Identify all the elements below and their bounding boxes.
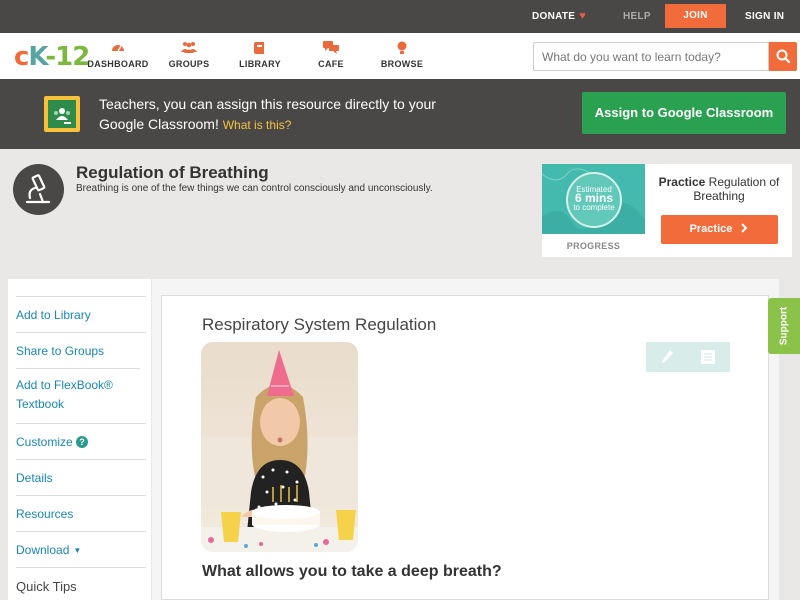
browse-icon	[367, 41, 437, 57]
ck12-logo[interactable]: cK-12	[14, 42, 90, 72]
sidebar-item-download[interactable]: Download ▼	[16, 531, 146, 560]
google-classroom-icon	[44, 96, 80, 132]
cafe-icon	[296, 41, 366, 57]
support-tab[interactable]: Support	[768, 298, 800, 354]
practice-heading: Practice Regulation of Breathing	[654, 175, 784, 203]
nav-label: LIBRARY	[239, 59, 281, 69]
support-label: Support	[778, 306, 790, 346]
what-is-this-link[interactable]: What is this?	[223, 118, 292, 132]
nav-browse[interactable]: BROWSE	[367, 41, 437, 69]
nav-dashboard[interactable]: DASHBOARD	[83, 41, 153, 69]
concept-tools	[646, 342, 730, 372]
estimated-minutes: 6 mins	[574, 191, 613, 205]
progress-label: PROGRESS	[566, 241, 621, 251]
practice-progress-panel: Estimated 6 mins to complete	[542, 164, 645, 234]
estimated-time-badge: Estimated 6 mins to complete	[566, 172, 622, 228]
nav-label: GROUPS	[168, 59, 210, 69]
download-label: Download	[16, 543, 70, 557]
nav-label: CAFE	[318, 59, 344, 69]
sidebar-menu: Add to Library Share to Groups Add to Fl…	[8, 279, 151, 600]
practice-heading-topic: Regulation of Breathing	[693, 175, 780, 203]
notes-icon[interactable]	[700, 349, 716, 365]
dashboard-icon	[83, 41, 153, 57]
search-icon	[776, 49, 791, 64]
heart-icon: ♥	[579, 10, 587, 22]
pencil-icon[interactable]	[660, 349, 674, 365]
sidebar-item-customize[interactable]: Customize ?	[16, 423, 146, 452]
customize-label: Customize	[16, 435, 73, 449]
sidebar-item-quick-tips[interactable]: Quick Tips	[16, 567, 146, 596]
search-button[interactable]	[769, 42, 797, 71]
sidebar-item-add-to-library[interactable]: Add to Library	[16, 296, 146, 325]
chevron-right-icon	[741, 223, 748, 233]
practice-button[interactable]: Practice	[661, 215, 778, 244]
library-icon	[225, 41, 295, 57]
top-bar: DONATE ♥ HELP JOIN SIGN IN	[0, 0, 800, 33]
groups-icon	[154, 41, 224, 57]
assign-to-google-classroom-button[interactable]: Assign to Google Classroom	[582, 92, 786, 134]
help-link[interactable]: HELP	[623, 0, 651, 33]
sidebar-item-add-to-flexbook[interactable]: Add to FlexBook® Textbook	[16, 368, 140, 414]
nav-library[interactable]: LIBRARY	[225, 41, 295, 69]
classroom-message: Teachers, you can assign this resource d…	[99, 94, 459, 135]
page-title: Regulation of Breathing	[76, 163, 269, 182]
birthday-girl-image	[201, 342, 358, 552]
join-button[interactable]: JOIN	[665, 4, 726, 28]
donate-label: DONATE	[532, 11, 576, 22]
nav-groups[interactable]: GROUPS	[154, 41, 224, 69]
search-input[interactable]	[534, 43, 764, 70]
sidebar-item-details[interactable]: Details	[16, 459, 146, 488]
concept-title: Respiratory System Regulation	[202, 315, 437, 334]
practice-button-label: Practice	[689, 223, 733, 235]
sidebar-item-resources[interactable]: Resources	[16, 495, 146, 524]
nav-label: BROWSE	[380, 59, 424, 69]
sidebar-item-share-to-groups[interactable]: Share to Groups	[16, 332, 146, 361]
lesson-question: What allows you to take a deep breath?	[202, 563, 502, 580]
nav-cafe[interactable]: CAFE	[296, 41, 366, 69]
practice-heading-bold: Practice	[658, 175, 706, 189]
microscope-icon	[13, 164, 64, 215]
donate-link[interactable]: DONATE ♥	[532, 0, 586, 33]
nav-label: DASHBOARD	[87, 59, 149, 69]
search-box	[533, 42, 769, 71]
main-navbar: cK-12 DASHBOARD GROUPS LIBRARY CAFE BROW…	[0, 33, 800, 79]
help-icon[interactable]: ?	[76, 436, 89, 448]
practice-card: Estimated 6 mins to complete PROGRESS Pr…	[542, 164, 792, 257]
sign-in-link[interactable]: SIGN IN	[745, 0, 784, 33]
google-classroom-banner: Teachers, you can assign this resource d…	[0, 79, 800, 149]
caret-down-icon: ▼	[73, 546, 82, 555]
to-complete-label: to complete	[573, 203, 615, 212]
page-description: Breathing is one of the few things we ca…	[76, 183, 433, 194]
